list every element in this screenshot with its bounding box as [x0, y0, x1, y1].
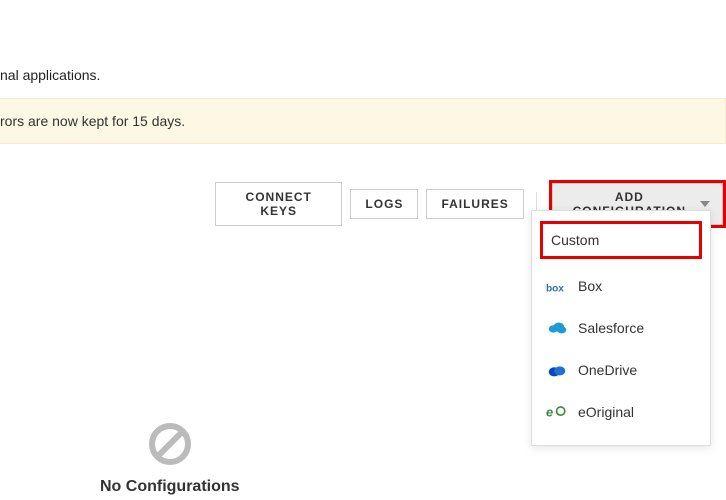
- dropdown-item-box[interactable]: box Box: [532, 265, 710, 307]
- svg-text:e: e: [546, 405, 553, 420]
- empty-state-title: No Configurations: [100, 478, 240, 496]
- no-entry-icon: [146, 420, 194, 468]
- dropdown-item-label: Salesforce: [578, 320, 644, 336]
- svg-text:box: box: [546, 284, 564, 295]
- salesforce-icon: [546, 317, 568, 339]
- dropdown-item-custom[interactable]: Custom: [540, 221, 702, 259]
- logs-button[interactable]: LOGS: [350, 189, 418, 219]
- alert-banner: rors are now kept for 15 days.: [0, 98, 726, 144]
- dropdown-item-salesforce[interactable]: Salesforce: [532, 307, 710, 349]
- box-icon: box: [546, 275, 568, 297]
- alert-text: rors are now kept for 15 days.: [0, 113, 185, 129]
- failures-button[interactable]: FAILURES: [426, 189, 523, 219]
- intro-text: nal applications.: [0, 67, 100, 83]
- caret-down-icon: [700, 201, 710, 207]
- dropdown-item-label: Custom: [551, 232, 599, 248]
- empty-state: No Configurations: [100, 420, 240, 496]
- connect-keys-button[interactable]: CONNECT KEYS: [215, 182, 342, 226]
- add-configuration-dropdown: Custom box Box Salesforce: [531, 210, 711, 446]
- dropdown-item-label: eOriginal: [578, 404, 634, 420]
- dropdown-item-label: OneDrive: [578, 362, 637, 378]
- dropdown-item-onedrive[interactable]: OneDrive: [532, 349, 710, 391]
- dropdown-item-label: Box: [578, 278, 602, 294]
- dropdown-item-eoriginal[interactable]: e eOriginal: [532, 391, 710, 433]
- onedrive-icon: [546, 359, 568, 381]
- eoriginal-icon: e: [546, 401, 568, 423]
